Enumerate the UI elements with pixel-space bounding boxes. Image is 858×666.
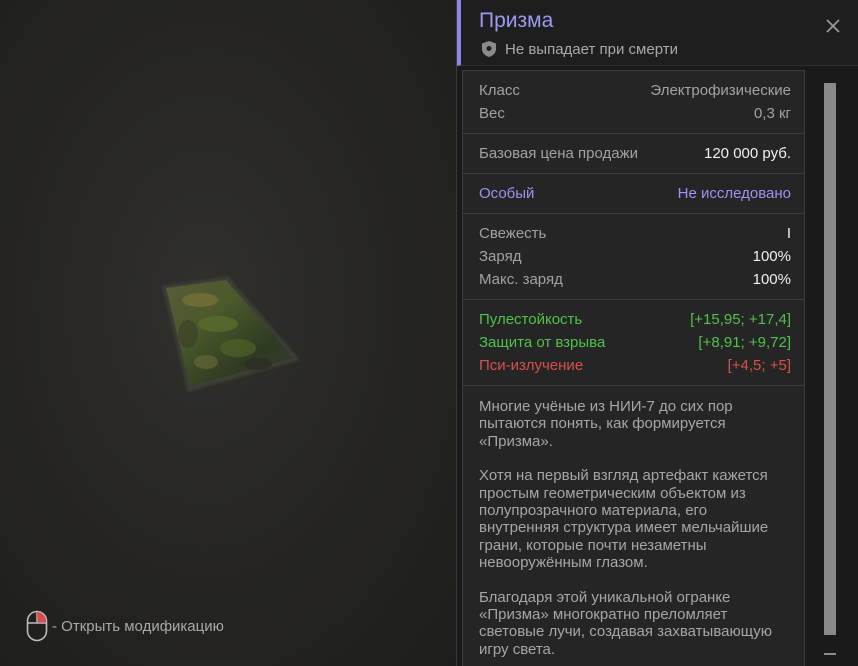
class-label: Класс	[479, 82, 520, 99]
weight-value: 0,3 кг	[753, 105, 791, 122]
bulletproof-row: Пулестойкость [+15,95; +17,4]	[479, 308, 791, 331]
price-value: 120 000 руб.	[704, 145, 791, 162]
item-info-panel: Призма Не выпадает при смерти Класс Элек…	[456, 0, 858, 666]
freshness-row: Свежесть I	[479, 222, 791, 245]
close-icon	[826, 19, 840, 33]
freshness-label: Свежесть	[479, 225, 547, 242]
blast-protection-row: Защита от взрыва [+8,91; +9,72]	[479, 331, 791, 354]
psi-radiation-row: Пси-излучение [+4,5; +5]	[479, 354, 791, 377]
mouse-icon	[26, 610, 48, 642]
class-value: Электрофизические	[650, 82, 791, 99]
open-modification-label: - Открыть модификацию	[52, 617, 224, 635]
price-row: Базовая цена продажи 120 000 руб.	[479, 142, 791, 165]
prism-artifact-model[interactable]	[158, 272, 304, 396]
bulletproof-label: Пулестойкость	[479, 311, 583, 328]
description-paragraph: Хотя на первый взгляд артефакт кажется п…	[479, 467, 769, 572]
open-modification-hint[interactable]: - Открыть модификацию	[26, 610, 224, 642]
charge-row: Заряд 100%	[479, 245, 791, 268]
weight-row: Вес 0,3 кг	[479, 102, 791, 125]
basic-info-section: Класс Электрофизические Вес 0,3 кг	[463, 71, 804, 134]
blast-protection-label: Защита от взрыва	[479, 334, 606, 351]
bulletproof-value: [+15,95; +17,4]	[690, 311, 791, 328]
blast-protection-value: [+8,91; +9,72]	[698, 334, 791, 351]
no-drop-on-death-label: Не выпадает при смерти	[505, 40, 678, 58]
max-charge-value: 100%	[752, 271, 791, 288]
item-details-scroll-area[interactable]: Класс Электрофизические Вес 0,3 кг Базов…	[462, 70, 805, 666]
price-section: Базовая цена продажи 120 000 руб.	[463, 134, 804, 174]
special-label: Особый	[479, 185, 535, 202]
special-row: Особый Не исследовано	[479, 182, 791, 205]
effects-section: Пулестойкость [+15,95; +17,4] Защита от …	[463, 300, 804, 386]
max-charge-row: Макс. заряд 100%	[479, 268, 791, 291]
price-label: Базовая цена продажи	[479, 145, 639, 162]
item-title: Призма	[479, 9, 554, 32]
special-section: Особый Не исследовано	[463, 174, 804, 214]
psi-radiation-value: [+4,5; +5]	[727, 357, 791, 374]
description-paragraph: Благодаря этой уникальной огранке «Призм…	[479, 588, 772, 658]
freshness-value: I	[786, 225, 791, 242]
weight-label: Вес	[479, 105, 505, 122]
charge-label: Заряд	[479, 248, 522, 265]
item-description: Многие учёные из НИИ-7 до сих пор пытают…	[463, 386, 804, 658]
item-preview-viewport[interactable]: - Открыть модификацию	[0, 0, 456, 666]
max-charge-label: Макс. заряд	[479, 271, 563, 288]
item-subtitle: Не выпадает при смерти	[481, 40, 678, 58]
class-row: Класс Электрофизические	[479, 79, 791, 102]
charge-value: 100%	[752, 248, 791, 265]
scrollbar-end-marker	[824, 653, 836, 655]
scrollbar-thumb[interactable]	[824, 83, 836, 635]
item-header: Призма Не выпадает при смерти	[457, 0, 858, 66]
close-button[interactable]	[821, 14, 845, 38]
psi-radiation-label: Пси-излучение	[479, 357, 584, 374]
details-scrollbar[interactable]	[824, 83, 836, 655]
special-value: Не исследовано	[677, 185, 791, 202]
condition-section: Свежесть I Заряд 100% Макс. заряд 100%	[463, 214, 804, 300]
shield-icon	[482, 41, 496, 57]
description-paragraph: Многие учёные из НИИ-7 до сих пор пытают…	[479, 398, 733, 450]
